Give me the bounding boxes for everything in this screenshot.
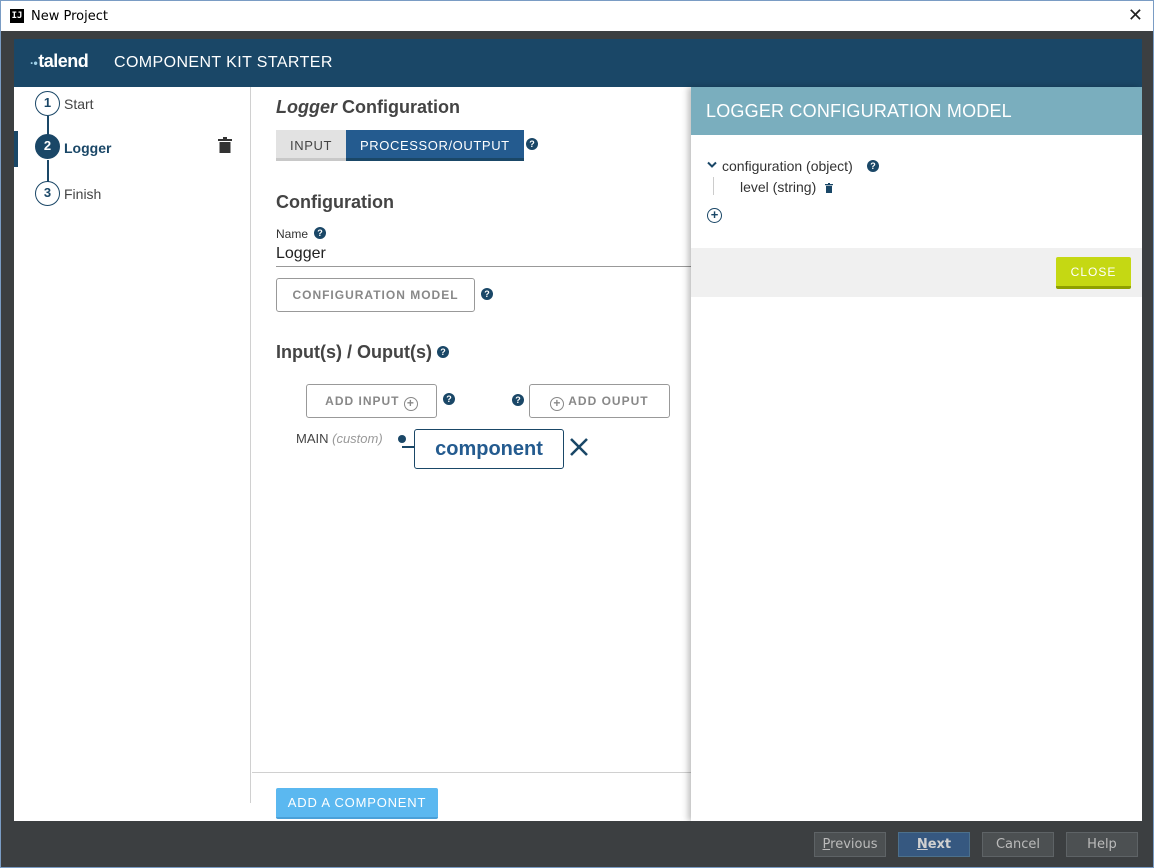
button-label: ext [927, 837, 952, 852]
tab-processor-output[interactable]: PROCESSOR/OUTPUT [346, 130, 524, 161]
help-icon[interactable]: ? [512, 394, 524, 406]
close-button[interactable]: CLOSE [1056, 257, 1131, 289]
app-title: COMPONENT KIT STARTER [114, 54, 333, 71]
steps-sidebar: 1 Start 2 Logger 3 Finish [14, 87, 251, 803]
mnemonic: P [822, 837, 831, 852]
window-close-icon[interactable]: ✕ [1128, 6, 1143, 26]
add-output-button[interactable]: + ADD OUPUT [529, 384, 670, 418]
dialog-frame: ·•talend COMPONENT KIT STARTER 1 Start 2… [0, 31, 1154, 868]
tree-guide-line [713, 177, 714, 195]
step-number: 3 [35, 181, 60, 206]
step-start[interactable]: 1 Start [14, 89, 251, 125]
tree-node-label: configuration (object) [722, 158, 853, 174]
tree-node-configuration[interactable]: configuration (object) [722, 158, 853, 174]
port-name: MAIN [296, 431, 329, 446]
step-logger[interactable]: 2 Logger [14, 131, 251, 167]
title-suffix: Configuration [337, 97, 460, 117]
help-icon[interactable]: ? [437, 346, 449, 358]
add-component-button[interactable]: ADD A COMPONENT [276, 788, 438, 819]
step-finish[interactable]: 3 Finish [14, 179, 251, 215]
step-number: 2 [35, 134, 60, 159]
app-icon: IJ [10, 9, 24, 23]
logo-dots-icon: ·• [30, 56, 38, 70]
step-number: 1 [35, 91, 60, 116]
step-label: Logger [64, 140, 112, 156]
tab-input[interactable]: INPUT [276, 130, 346, 161]
button-label: revious [830, 837, 878, 852]
main-input-port: MAIN (custom) [296, 431, 383, 446]
window-title: New Project [31, 9, 108, 24]
divider [252, 772, 692, 773]
component-form: Logger Configuration INPUT PROCESSOR/OUT… [252, 87, 692, 821]
io-section-title: Input(s) / Ouput(s) [276, 342, 432, 362]
app-header: ·•talend COMPONENT KIT STARTER [14, 39, 1142, 87]
name-label: Name [276, 227, 309, 241]
window-titlebar: IJ New Project ✕ [0, 0, 1154, 31]
step-label: Start [64, 96, 94, 112]
add-input-label: ADD INPUT [325, 394, 400, 408]
port-dot[interactable] [398, 435, 406, 443]
help-icon[interactable]: ? [526, 138, 538, 150]
add-input-button[interactable]: ADD INPUT + [306, 384, 437, 418]
plus-circle-icon: + [550, 397, 565, 411]
chevron-down-icon[interactable] [707, 161, 717, 169]
component-type-tabs: INPUT PROCESSOR/OUTPUT [276, 130, 524, 161]
page-title: Logger Configuration [276, 97, 460, 118]
mnemonic: N [916, 837, 928, 852]
configuration-section-title: Configuration [276, 192, 394, 212]
component-node: component [414, 429, 564, 469]
close-icon[interactable] [568, 436, 590, 458]
help-icon[interactable]: ? [481, 288, 493, 300]
panel-footer: CLOSE [691, 248, 1142, 297]
cancel-button[interactable]: Cancel [982, 832, 1054, 857]
configuration-model-panel: LOGGER CONFIGURATION MODEL configuration… [691, 87, 1142, 821]
add-output-label: ADD OUPUT [568, 394, 649, 408]
help-icon[interactable]: ? [314, 227, 326, 239]
panel-title: LOGGER CONFIGURATION MODEL [706, 101, 1012, 121]
talend-logo: ·•talend [30, 51, 89, 72]
step-label: Finish [64, 186, 102, 202]
panel-header: LOGGER CONFIGURATION MODEL [691, 87, 1142, 135]
next-button[interactable]: Next [898, 832, 970, 857]
port-type: (custom) [332, 431, 383, 446]
trash-icon[interactable] [825, 183, 833, 193]
help-button[interactable]: Help [1066, 832, 1138, 857]
tree-node-level[interactable]: level (string) [740, 179, 816, 195]
configuration-model-button[interactable]: CONFIGURATION MODEL [276, 278, 475, 312]
help-icon[interactable]: ? [443, 393, 455, 405]
help-icon[interactable]: ? [867, 160, 879, 172]
plus-circle-icon: + [403, 397, 418, 411]
name-input[interactable]: Logger [276, 245, 692, 267]
add-node-icon[interactable]: + [707, 208, 722, 223]
trash-icon[interactable] [218, 137, 232, 153]
component-name-title: Logger [276, 97, 337, 117]
previous-button[interactable]: Previous [814, 832, 886, 857]
wizard-content: ·•talend COMPONENT KIT STARTER 1 Start 2… [14, 39, 1142, 821]
logo-text: talend [38, 51, 89, 71]
port-connector [402, 446, 414, 448]
